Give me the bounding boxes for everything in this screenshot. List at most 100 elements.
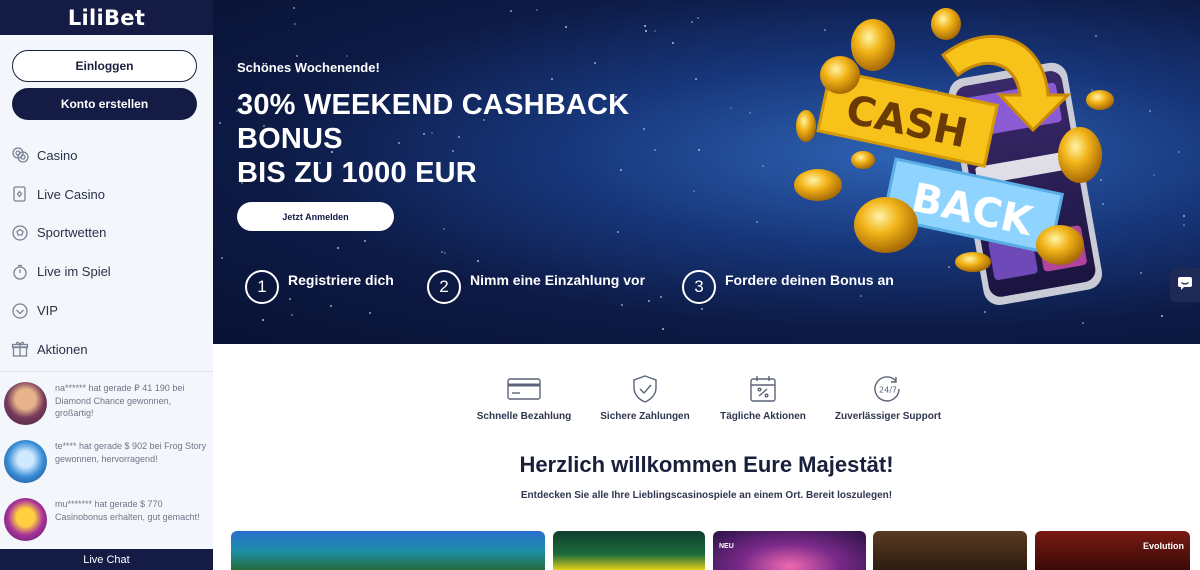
star-dot xyxy=(1178,151,1180,153)
signup-now-button[interactable]: Jetzt Anmelden xyxy=(237,202,394,231)
winner-item: na****** hat gerade ₽ 41 190 bei Diamond… xyxy=(0,375,213,433)
gift-icon xyxy=(11,340,29,358)
step-number: 3 xyxy=(682,270,716,304)
sidebar-item-live-im-spiel[interactable]: Live im Spiel xyxy=(0,252,213,291)
sidebar-item-aktionen[interactable]: Aktionen xyxy=(0,330,213,369)
game-tile[interactable] xyxy=(553,531,705,570)
star-dot xyxy=(477,260,479,262)
chips-icon xyxy=(11,146,29,164)
step-1: 1 Registriere dich xyxy=(245,270,394,304)
star-dot xyxy=(1183,224,1185,226)
star-dot xyxy=(662,328,664,330)
star-dot xyxy=(644,25,646,27)
step-2: 2 Nimm eine Einzahlung vor xyxy=(427,270,645,304)
login-button[interactable]: Einloggen xyxy=(12,50,197,82)
chat-icon xyxy=(1177,275,1193,296)
avatar xyxy=(4,440,47,483)
feature-secure-payments: Sichere Zahlungen xyxy=(580,374,710,422)
sidebar-item-label: Casino xyxy=(37,147,78,163)
feature-label: Schnelle Bezahlung xyxy=(476,411,572,422)
recent-winners-list: na****** hat gerade ₽ 41 190 bei Diamond… xyxy=(0,375,213,549)
star-dot xyxy=(296,55,298,57)
step-label: Nimm eine Einzahlung vor xyxy=(470,272,646,288)
evolution-brand-label: Evolution xyxy=(1143,541,1184,551)
step-number: 2 xyxy=(427,270,461,304)
star-dot xyxy=(294,23,296,25)
avatar xyxy=(4,498,47,541)
star-dot xyxy=(443,228,445,230)
star-dot xyxy=(565,26,567,28)
winner-text: te**** hat gerade $ 902 bei Frog Story g… xyxy=(55,441,207,464)
sidebar-item-vip[interactable]: VIP xyxy=(0,291,213,330)
star-dot xyxy=(1183,215,1185,217)
star-dot xyxy=(691,21,693,23)
star-dot xyxy=(291,314,293,316)
sidebar-item-label: Live im Spiel xyxy=(37,264,111,280)
sidebar-divider xyxy=(0,371,213,372)
star-dot xyxy=(594,62,596,64)
star-dot xyxy=(369,312,371,314)
star-dot xyxy=(749,112,751,114)
feature-label: Zuverlässiger Support xyxy=(834,411,942,422)
credit-card-icon xyxy=(459,374,589,404)
hero-banner[interactable]: Schönes Wochenende! 30% WEEKEND CASHBACK… xyxy=(213,0,1200,344)
star-dot xyxy=(645,30,647,32)
star-dot xyxy=(756,221,758,223)
star-dot xyxy=(441,251,443,253)
sidebar-item-live-casino[interactable]: Live Casino xyxy=(0,175,213,214)
calendar-percent-icon xyxy=(698,374,828,404)
game-tile[interactable] xyxy=(873,531,1027,570)
star-dot xyxy=(701,308,703,310)
new-badge: NEU xyxy=(719,543,734,550)
step-label: Registriere dich xyxy=(288,272,394,288)
hero-subtitle: Schönes Wochenende! xyxy=(237,60,380,75)
hero-title: 30% WEEKEND CASHBACK BONUS BIS ZU 1000 E… xyxy=(237,88,629,190)
star-dot xyxy=(654,149,656,151)
winner-item: te**** hat gerade $ 902 bei Frog Story g… xyxy=(0,433,213,491)
cards-icon xyxy=(11,185,29,203)
feature-reliable-support: 24/7 Zuverlässiger Support xyxy=(823,374,953,422)
star-dot xyxy=(698,149,700,151)
sidebar-item-label: Live Casino xyxy=(37,186,105,202)
hero-title-line: BIS ZU 1000 EUR xyxy=(237,157,477,189)
game-tile[interactable]: Evolution xyxy=(1035,531,1190,570)
winner-text: na****** hat gerade ₽ 41 190 bei Diamond… xyxy=(55,383,185,418)
star-dot xyxy=(762,165,764,167)
star-dot xyxy=(1140,272,1142,274)
register-button[interactable]: Konto erstellen xyxy=(12,88,197,120)
avatar xyxy=(4,382,47,425)
support-24-7-text: 24/7 xyxy=(879,386,897,395)
hero-title-line: 30% WEEKEND CASHBACK xyxy=(237,89,630,121)
star-dot xyxy=(293,7,295,9)
star-dot xyxy=(730,107,732,109)
star-dot xyxy=(364,240,366,242)
chat-widget-tab[interactable] xyxy=(1170,268,1200,302)
star-dot xyxy=(536,9,538,11)
logo-bar: LiliBet xyxy=(0,0,213,35)
star-dot xyxy=(643,128,645,130)
star-dot xyxy=(1153,174,1155,176)
game-tile[interactable]: NEU xyxy=(713,531,866,570)
star-dot xyxy=(672,42,674,44)
star-dot xyxy=(262,319,264,321)
live-chat-button[interactable]: Live Chat xyxy=(0,549,213,570)
shield-check-icon xyxy=(580,374,710,404)
star-dot xyxy=(330,305,332,307)
winner-text: mu******* hat gerade $ 770 Casinobonus e… xyxy=(55,499,200,522)
stopwatch-icon xyxy=(11,263,29,281)
welcome-title: Herzlich willkommen Eure Majestät! xyxy=(519,452,894,477)
star-dot xyxy=(510,10,512,12)
star-dot xyxy=(337,247,339,249)
vip-icon xyxy=(11,302,29,320)
star-dot xyxy=(551,78,553,80)
game-tile[interactable] xyxy=(231,531,545,570)
feature-daily-promotions: Tägliche Aktionen xyxy=(698,374,828,422)
sidebar-item-sportwetten[interactable]: Sportwetten xyxy=(0,214,213,253)
star-dot xyxy=(693,190,695,192)
star-dot xyxy=(695,78,697,80)
logo[interactable]: LiliBet xyxy=(68,6,145,30)
feature-label: Sichere Zahlungen xyxy=(600,411,690,422)
star-dot xyxy=(660,296,662,298)
sidebar: LiliBet Einloggen Konto erstellen Casino… xyxy=(0,0,213,570)
sidebar-item-casino[interactable]: Casino xyxy=(0,136,213,175)
